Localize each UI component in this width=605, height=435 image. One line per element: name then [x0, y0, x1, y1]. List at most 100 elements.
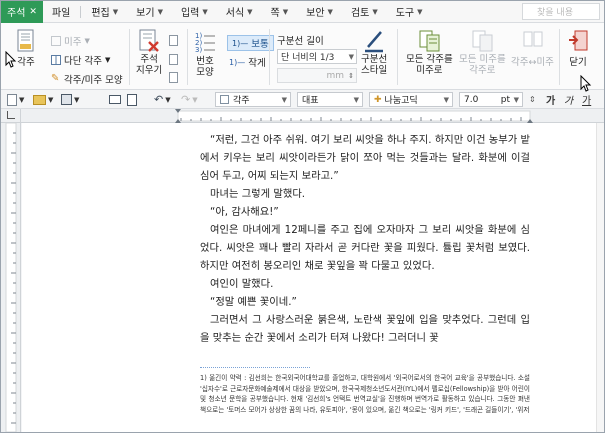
search-input[interactable]: 찾을 내용 [522, 3, 600, 20]
font-select[interactable]: ✚ 나눔고딕 ▼ [369, 92, 453, 107]
svg-text:3): 3) [195, 46, 202, 53]
mouse-cursor-icon [580, 75, 592, 92]
chevron-down-icon: ▼ [202, 7, 208, 16]
chevron-down-icon: ▼ [513, 95, 519, 104]
new-document-icon[interactable]: ▼ [7, 92, 24, 107]
normal-size-icon: 1)— [232, 38, 249, 48]
menu-file[interactable]: 파일 [43, 1, 79, 23]
chevron-down-icon: ▼ [192, 95, 198, 104]
font-icon: ✚ [374, 94, 382, 105]
ribbon-separator [187, 29, 188, 85]
menu-edit[interactable]: 편집 ▼ [82, 1, 127, 23]
menu-view[interactable]: 보기 ▼ [127, 1, 172, 23]
open-folder-icon[interactable]: ▼ [33, 92, 53, 107]
chevron-down-icon: ▼ [112, 7, 119, 16]
close-note-button[interactable]: 닫기 [567, 29, 589, 68]
font-size-input[interactable]: 7.0 pt ▼ [459, 92, 523, 107]
ribbon-separator [559, 29, 560, 85]
pen-icon: ✎ [51, 73, 60, 84]
undo-icon[interactable]: ↶ ▼ [154, 92, 171, 107]
delete-note-button[interactable]: 주석 지우기 [136, 29, 162, 76]
small-doc-icon-3[interactable] [169, 72, 178, 83]
save-icon[interactable]: ▼ [61, 92, 79, 107]
document-page[interactable]: “저런, 그건 아주 쉬워. 여기 보리 씨앗을 하나 주지. 하지만 이건 농… [22, 123, 604, 432]
columns-icon [51, 55, 61, 65]
small-doc-icon-1[interactable] [169, 35, 178, 46]
mm-unit-label: mm [326, 70, 344, 81]
italic-label: 가 [564, 96, 574, 107]
multi-column-note-label: 다단 각주 [64, 56, 102, 67]
bold-button[interactable]: 가 [546, 92, 555, 107]
convert-all-to-endnote-button[interactable]: 모든 각주를 미주로 [406, 29, 453, 76]
horizontal-ruler[interactable] [21, 109, 604, 123]
language-select[interactable]: 대표 ▼ [297, 92, 363, 107]
menu-security[interactable]: 보안 ▼ [297, 1, 342, 23]
chevron-down-icon: ▼ [84, 37, 90, 45]
italic-button[interactable]: 가 [564, 92, 573, 107]
chevron-down-icon: ▼ [282, 7, 289, 16]
font-size-stepper-icon[interactable]: ⇕ [529, 92, 536, 107]
ruler-corner[interactable] [1, 109, 21, 123]
ribbon: 각주 미주 ▼ 다단 각주 ▼ ✎ 각주/미주 모양 주석 지우기 1) 2) … [1, 23, 604, 90]
convert-all-to-footnote-button[interactable]: 모든 미주를 각주로 [459, 29, 506, 76]
delete-note-icon [138, 29, 160, 52]
convert-note-icon [418, 29, 440, 52]
menu-security-label: 보안 [306, 8, 325, 19]
number-shape-button[interactable]: 1) 2) 3) 번호 모양 [194, 31, 216, 78]
delete-note-label: 주석 지우기 [136, 54, 163, 76]
normal-size-label: 보통 [251, 39, 269, 50]
endnote-button[interactable]: 미주 ▼ [51, 34, 90, 48]
convert-all-to-footnote-label: 모든 미주를 각주로 [459, 54, 506, 76]
mouse-cursor-icon [5, 51, 17, 68]
small-size-button[interactable]: 1)— 작게 [229, 55, 266, 70]
redo-icon[interactable]: ↷ ▼ [181, 92, 198, 107]
footnote-button[interactable]: 각주 [15, 29, 37, 68]
underline-button[interactable]: 가 [582, 92, 591, 107]
swap-foot-end-button[interactable]: 각주↔미주 [511, 29, 554, 68]
menu-separator [80, 5, 82, 18]
chevron-down-icon: ▼ [19, 95, 25, 104]
print-icon[interactable] [109, 92, 121, 107]
endnote-icon [51, 36, 61, 46]
multi-column-note-button[interactable]: 다단 각주 ▼ [51, 53, 110, 67]
separator-mm-input[interactable]: mm ⇕ [277, 68, 357, 83]
menu-insert[interactable]: 입력 ▼ [172, 1, 217, 23]
small-doc-icon-2[interactable] [169, 54, 178, 65]
menu-review[interactable]: 검토 ▼ [342, 1, 387, 23]
close-tab-icon[interactable]: ✕ [29, 7, 37, 17]
search-placeholder: 찾을 내용 [537, 8, 573, 18]
menu-tools[interactable]: 도구 ▼ [387, 1, 432, 23]
language-value: 대표 [302, 96, 319, 106]
menu-review-label: 검토 [350, 8, 370, 19]
menu-page-label: 쪽 [270, 8, 280, 19]
footnote-text[interactable]: 1) 옮긴이 약력 : 김선희는 한국외국어대학교를 졸업하고, 대학원에서 '… [200, 373, 530, 415]
chevron-down-icon: ▼ [327, 7, 333, 16]
vertical-scrollbar[interactable] [596, 123, 604, 432]
chevron-down-icon: ▼ [74, 95, 80, 104]
note-shape-button[interactable]: ✎ 각주/미주 모양 [51, 72, 123, 87]
convert-note-disabled-icon [471, 29, 493, 52]
ribbon-separator [269, 29, 270, 85]
ruler-ticks [175, 109, 533, 123]
preview-icon[interactable] [127, 92, 137, 107]
vertical-ruler[interactable] [1, 122, 21, 433]
ribbon-separator [397, 29, 398, 85]
menu-insert-label: 입력 [180, 8, 200, 19]
menu-format-label: 서식 [225, 8, 245, 19]
font-size-value: 7.0 [464, 94, 479, 105]
tab-annotation-label: 주석 [7, 8, 26, 19]
style-select[interactable]: 각주 ▼ [215, 92, 291, 107]
separator-length-select[interactable]: 단 너비의 1/3 ▼ [277, 49, 357, 64]
menu-page[interactable]: 쪽 ▼ [262, 1, 298, 23]
small-size-label: 작게 [248, 58, 266, 69]
menu-tools-label: 도구 [395, 8, 415, 19]
chevron-down-icon: ▼ [353, 95, 359, 104]
separator-length-title: 구분선 길이 [277, 33, 324, 47]
tab-annotation[interactable]: 주석 ✕ [1, 0, 43, 23]
document-body[interactable]: “저런, 그건 아주 쉬워. 여기 보리 씨앗을 하나 주지. 하지만 이건 농… [200, 131, 530, 347]
paragraph: 여인이 말했다. [210, 278, 274, 290]
menu-format[interactable]: 서식 ▼ [217, 1, 262, 23]
normal-size-button[interactable]: 1)— 보통 [227, 35, 274, 51]
footnote-icon [15, 29, 37, 52]
separator-style-button[interactable]: 구분선 스타일 [361, 29, 387, 76]
